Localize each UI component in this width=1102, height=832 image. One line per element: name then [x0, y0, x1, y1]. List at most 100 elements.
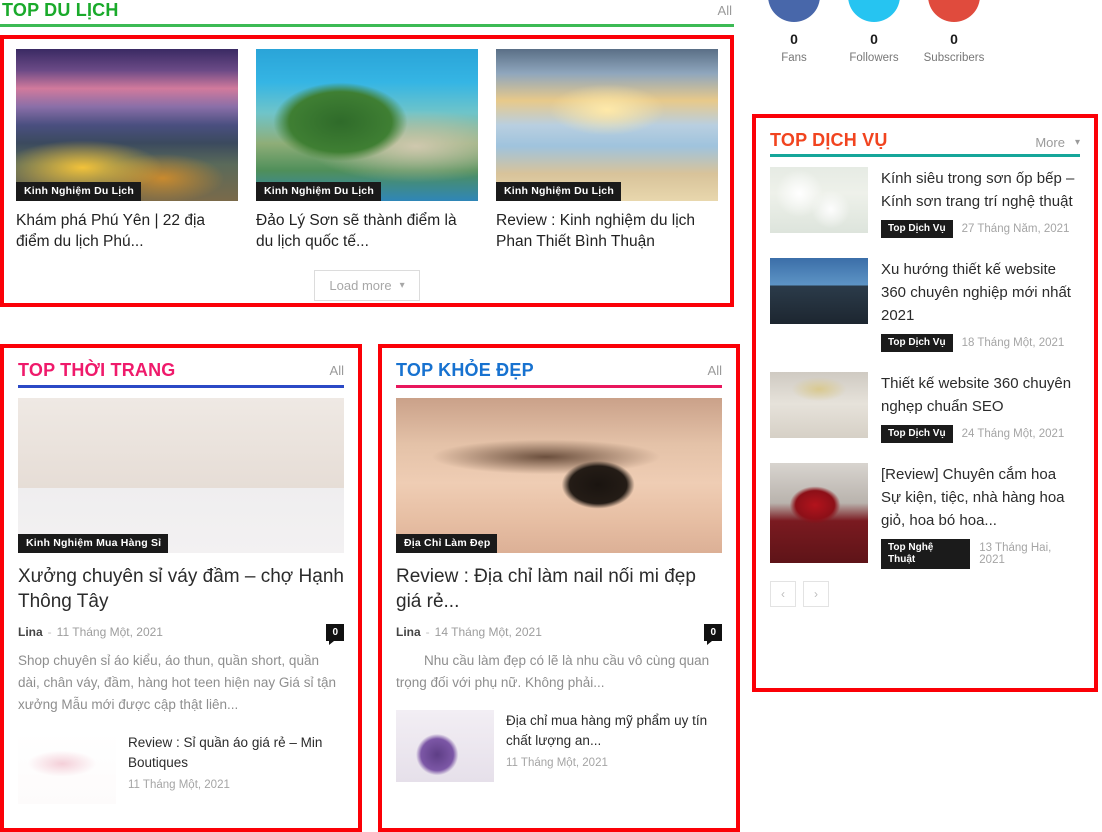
travel-card-image[interactable]: Kinh Nghiệm Du Lịch: [16, 49, 238, 201]
services-section: TOP DỊCH VỤ More ▾ Kính siêu trong sơn ố…: [752, 114, 1098, 692]
beauty-post-excerpt: Nhu cầu làm đẹp có lẽ là nhu cầu vô cùng…: [396, 653, 710, 690]
social-counter-twitter[interactable]: 0 Followers: [834, 0, 914, 64]
category-badge[interactable]: Kinh Nghiệm Mua Hàng Sỉ: [18, 534, 169, 553]
service-meta: Top Nghệ Thuật 13 Tháng Hai, 2021: [881, 539, 1080, 569]
beauty-post-title[interactable]: Review : Địa chỉ làm nail nối mi đẹp giá…: [396, 564, 722, 614]
fashion-section-header: TOP THỜI TRANG All: [18, 360, 344, 385]
beauty-all-link[interactable]: All: [708, 363, 722, 380]
travel-card-image[interactable]: Kinh Nghiệm Du Lịch: [256, 49, 478, 201]
facebook-label: Fans: [781, 52, 807, 64]
fashion-post-excerpt: Shop chuyên sỉ áo kiểu, áo thun, quần sh…: [18, 653, 336, 712]
travel-card[interactable]: Kinh Nghiệm Du Lịch Khám phá Phú Yên | 2…: [16, 49, 238, 252]
service-title[interactable]: [Review] Chuyên cắm hoa Sự kiện, tiệc, n…: [881, 463, 1080, 532]
twitter-icon[interactable]: [848, 0, 900, 22]
fashion-post-title[interactable]: Xưởng chuyên sỉ váy đầm – chợ Hạnh Thông…: [18, 564, 344, 614]
service-date: 27 Tháng Năm, 2021: [961, 223, 1070, 235]
list-item[interactable]: [Review] Chuyên cắm hoa Sự kiện, tiệc, n…: [770, 463, 1080, 569]
travel-card-title[interactable]: Khám phá Phú Yên | 22 địa điểm du lịch P…: [16, 210, 238, 252]
service-thumb[interactable]: [770, 167, 868, 233]
service-date: 18 Tháng Một, 2021: [961, 337, 1065, 349]
eyelash-extension-photo: [396, 398, 722, 553]
services-list: Kính siêu trong sơn ốp bếp – Kính sơn tr…: [770, 167, 1080, 569]
list-item[interactable]: Thiết kế website 360 chuyên nghẹp chuẩn …: [770, 372, 1080, 443]
travel-card[interactable]: Kinh Nghiệm Du Lịch Review : Kinh nghiệm…: [496, 49, 718, 252]
social-counter-facebook[interactable]: 0 Fans: [754, 0, 834, 64]
travel-section-header: TOP DU LỊCH All: [0, 0, 734, 24]
author-name[interactable]: Lina: [396, 625, 421, 639]
author-name[interactable]: Lina: [18, 625, 43, 639]
service-body: Kính siêu trong sơn ốp bếp – Kính sơn tr…: [881, 167, 1080, 238]
beauty-related-thumb[interactable]: [396, 710, 494, 782]
service-meta: Top Dịch Vụ 18 Tháng Một, 2021: [881, 334, 1080, 352]
service-tag[interactable]: Top Dịch Vụ: [881, 425, 953, 443]
beauty-section-header: TOP KHỎE ĐẸP All: [396, 360, 722, 385]
beauty-related-body: Địa chỉ mua hàng mỹ phẩm uy tín chất lượ…: [506, 710, 722, 782]
pagination-prev-button[interactable]: ‹: [770, 581, 796, 607]
social-counters: 0 Fans 0 Followers 0 Subscribers: [754, 0, 1094, 64]
travel-card-title[interactable]: Review : Kinh nghiệm du lịch Phan Thiết …: [496, 210, 718, 252]
service-tag[interactable]: Top Dịch Vụ: [881, 220, 953, 238]
service-date: 24 Tháng Một, 2021: [961, 428, 1065, 440]
chevron-down-icon: ▾: [399, 280, 405, 291]
category-badge[interactable]: Kinh Nghiệm Du Lịch: [16, 182, 141, 201]
travel-all-link[interactable]: All: [718, 3, 732, 20]
service-title[interactable]: Thiết kế website 360 chuyên nghẹp chuẩn …: [881, 372, 1080, 418]
beauty-section-rule: [396, 385, 722, 388]
service-tag[interactable]: Top Nghệ Thuật: [881, 539, 971, 569]
fashion-related-title[interactable]: Review : Sỉ quần áo giá rẻ – Min Boutiqu…: [128, 733, 344, 773]
beauty-related-title[interactable]: Địa chỉ mua hàng mỹ phẩm uy tín chất lượ…: [506, 711, 722, 751]
service-body: Xu hướng thiết kế website 360 chuyên ngh…: [881, 258, 1080, 352]
coral-reef-photo: [16, 49, 238, 201]
pagination-next-button[interactable]: ›: [803, 581, 829, 607]
category-badge[interactable]: Địa Chỉ Làm Đẹp: [396, 534, 498, 553]
service-title[interactable]: Xu hướng thiết kế website 360 chuyên ngh…: [881, 258, 1080, 327]
service-meta: Top Dịch Vụ 27 Tháng Năm, 2021: [881, 220, 1080, 238]
travel-card-title[interactable]: Đảo Lý Sơn sẽ thành điểm là du lịch quốc…: [256, 210, 478, 252]
service-thumb[interactable]: [770, 258, 868, 324]
responsive-website-photo: [770, 258, 868, 324]
fashion-related-body: Review : Sỉ quần áo giá rẻ – Min Boutiqu…: [128, 732, 344, 804]
ly-son-island-photo: [256, 49, 478, 201]
fashion-post-image[interactable]: Kinh Nghiệm Mua Hàng Sỉ: [18, 398, 344, 553]
fashion-post-meta: Lina - 11 Tháng Một, 2021 0: [18, 623, 344, 645]
social-counter-youtube[interactable]: 0 Subscribers: [914, 0, 994, 64]
beauty-related-item[interactable]: Địa chỉ mua hàng mỹ phẩm uy tín chất lượ…: [396, 710, 722, 782]
category-badge[interactable]: Kinh Nghiệm Du Lịch: [256, 182, 381, 201]
comment-count-badge[interactable]: 0: [326, 623, 344, 645]
post-date: 14 Tháng Một, 2021: [434, 625, 542, 639]
load-more-button[interactable]: Load more ▾: [314, 270, 420, 301]
beauty-post-image[interactable]: Địa Chỉ Làm Đẹp: [396, 398, 722, 553]
service-thumb[interactable]: [770, 463, 868, 563]
fashion-related-thumb[interactable]: [18, 732, 116, 804]
showroom-interior-photo: [770, 372, 868, 438]
fashion-related-date: 11 Tháng Một, 2021: [128, 779, 230, 791]
travel-card-image[interactable]: Kinh Nghiệm Du Lịch: [496, 49, 718, 201]
youtube-icon[interactable]: [928, 0, 980, 22]
chevron-down-icon: ▾: [1074, 137, 1080, 148]
category-badge[interactable]: Kinh Nghiệm Du Lịch: [496, 182, 621, 201]
service-body: Thiết kế website 360 chuyên nghẹp chuẩn …: [881, 372, 1080, 443]
service-title[interactable]: Kính siêu trong sơn ốp bếp – Kính sơn tr…: [881, 167, 1080, 213]
beauty-section: TOP KHỎE ĐẸP All Địa Chỉ Làm Đẹp Review …: [378, 344, 740, 832]
fashion-section-rule: [18, 385, 344, 388]
fashion-all-link[interactable]: All: [330, 363, 344, 380]
service-thumb[interactable]: [770, 372, 868, 438]
fashion-related-item[interactable]: Review : Sỉ quần áo giá rẻ – Min Boutiqu…: [18, 732, 344, 804]
travel-card[interactable]: Kinh Nghiệm Du Lịch Đảo Lý Sơn sẽ thành …: [256, 49, 478, 252]
fashion-section: TOP THỜI TRANG All Kinh Nghiệm Mua Hàng …: [0, 344, 362, 832]
list-item[interactable]: Kính siêu trong sơn ốp bếp – Kính sơn tr…: [770, 167, 1080, 238]
facebook-icon[interactable]: [768, 0, 820, 22]
cosmetics-bottles-photo: [396, 710, 494, 782]
services-more-link[interactable]: More ▾: [1035, 135, 1080, 150]
load-more-label: Load more: [329, 278, 392, 293]
service-meta: Top Dịch Vụ 24 Tháng Một, 2021: [881, 425, 1080, 443]
list-item[interactable]: Xu hướng thiết kế website 360 chuyên ngh…: [770, 258, 1080, 352]
service-tag[interactable]: Top Dịch Vụ: [881, 334, 953, 352]
services-section-rule: [770, 154, 1080, 157]
rose-bouquet-photo: [770, 463, 868, 563]
services-pagination: ‹ ›: [770, 581, 1080, 607]
load-more-row: Load more ▾: [16, 270, 718, 301]
meta-separator: -: [425, 625, 430, 639]
comment-count-badge[interactable]: 0: [704, 623, 722, 645]
twitter-count: 0: [870, 31, 878, 47]
